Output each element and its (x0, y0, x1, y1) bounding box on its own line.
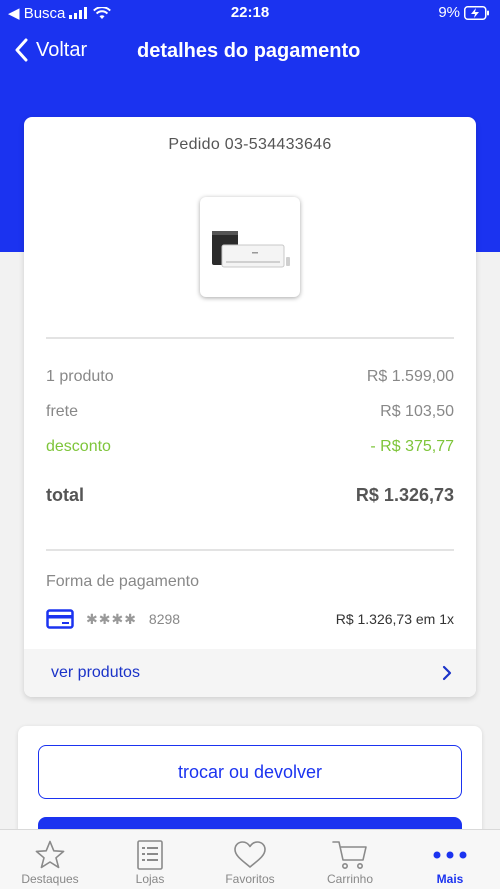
order-card: Pedido 03-534433646 1 produto R$ 1.599,0… (24, 117, 476, 697)
tab-lojas[interactable]: Lojas (100, 830, 200, 889)
see-products-button[interactable]: ver produtos (24, 649, 476, 697)
payment-method-label: Forma de pagamento (46, 573, 199, 590)
shipping-value: R$ 103,50 (380, 403, 454, 420)
battery-charging-icon (464, 5, 489, 20)
see-products-label: ver produtos (51, 664, 140, 681)
navigation-bar: Voltar detalhes do pagamento (0, 30, 500, 74)
status-bar: ◀ Busca 22:18 9% (0, 0, 500, 26)
tab-favoritos[interactable]: Favoritos (200, 830, 300, 889)
back-button[interactable]: Voltar (14, 38, 87, 62)
payment-row: ✱✱✱✱ 8298 R$ 1.326,73 em 1x (46, 609, 454, 629)
product-thumbnail[interactable] (200, 197, 300, 297)
status-right: 9% (438, 4, 490, 21)
tab-label: Destaques (21, 872, 79, 886)
payment-card-info: ✱✱✱✱ 8298 (46, 609, 180, 629)
products-row: 1 produto R$ 1.599,00 (46, 368, 454, 386)
card-number-mask: ✱✱✱✱ (86, 610, 137, 627)
list-icon (137, 840, 163, 870)
discount-label: desconto (46, 438, 111, 455)
credit-card-icon (46, 609, 74, 629)
products-value: R$ 1.599,00 (366, 368, 454, 385)
page-title: detalhes do pagamento (137, 40, 361, 62)
discount-row: desconto - R$ 375,77 (46, 438, 454, 456)
payment-amount: R$ 1.326,73 em 1x (335, 611, 454, 627)
chevron-left-icon (15, 38, 28, 62)
tab-label: Mais (436, 872, 464, 886)
divider-bottom (46, 549, 454, 551)
battery-percent: 9% (438, 4, 460, 21)
total-row: total R$ 1.326,73 (46, 485, 454, 506)
total-value: R$ 1.326,73 (355, 485, 454, 505)
tab-label: Lojas (135, 872, 165, 886)
star-icon (35, 840, 65, 869)
tab-label: Favoritos (225, 872, 275, 886)
shipping-row: frete R$ 103,50 (46, 403, 454, 421)
tab-carrinho[interactable]: Carrinho (300, 830, 400, 889)
heart-icon (234, 841, 266, 868)
more-icon (433, 851, 467, 859)
products-label: 1 produto (46, 368, 114, 385)
order-number: Pedido 03-534433646 (168, 136, 332, 153)
tab-bar: Destaques Lojas Favoritos Carrinho Mais (0, 829, 500, 889)
divider-top (46, 337, 454, 339)
discount-value: - R$ 375,77 (370, 438, 454, 455)
shipping-label: frete (46, 403, 79, 420)
chevron-right-icon (442, 665, 452, 681)
exchange-return-label: trocar ou devolver (177, 761, 323, 782)
tab-label: Carrinho (326, 872, 374, 886)
exchange-return-button[interactable]: trocar ou devolver (38, 745, 462, 799)
back-label: Voltar (36, 38, 88, 61)
status-time: 22:18 (230, 4, 270, 21)
card-last-digits: 8298 (148, 611, 181, 627)
cart-icon (332, 841, 367, 869)
air-conditioner-image (212, 231, 290, 268)
tab-destaques[interactable]: Destaques (0, 830, 100, 889)
total-label: total (46, 485, 84, 505)
tab-mais[interactable]: Mais (400, 830, 500, 889)
